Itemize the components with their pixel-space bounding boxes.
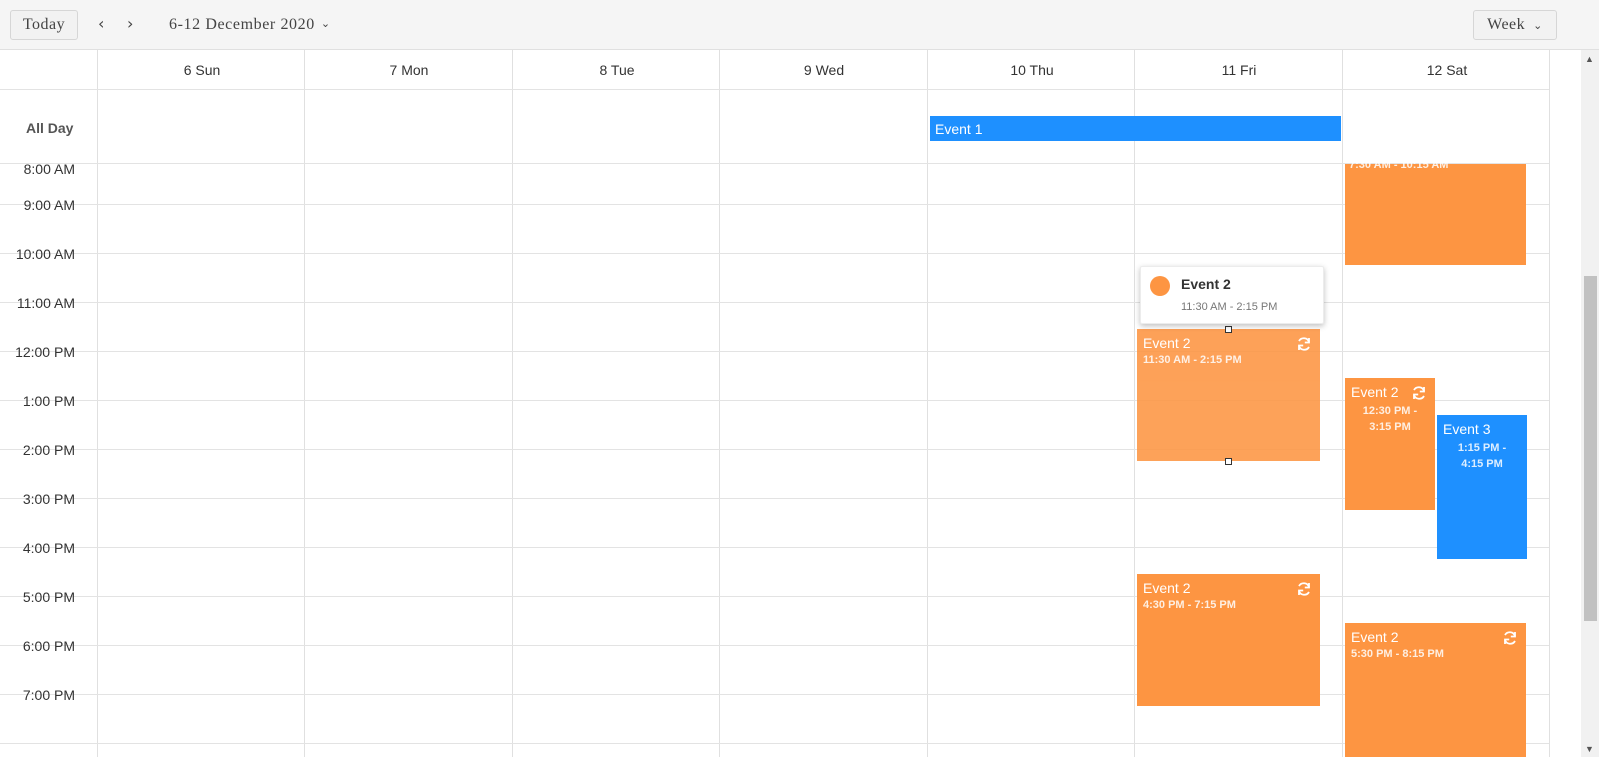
time-label: 6:00 PM <box>22 638 75 654</box>
event-fri-noon[interactable]: Event 2 11:30 AM - 2:15 PM <box>1137 329 1320 461</box>
tooltip-title: Event 2 <box>1181 276 1231 292</box>
vertical-scrollbar[interactable]: ▲ ▼ <box>1581 50 1599 757</box>
event-sat-event3[interactable]: Event 3 1:15 PM - 4:15 PM <box>1437 415 1527 559</box>
event-title: Event 2 <box>1143 335 1191 351</box>
resize-handle-bottom[interactable] <box>1225 458 1232 465</box>
day-header[interactable]: 11 Fri <box>1134 62 1344 78</box>
event-time: 4:30 PM - 7:15 PM <box>1143 599 1236 611</box>
tooltip-time: 11:30 AM - 2:15 PM <box>1181 301 1278 313</box>
time-label: 7:00 PM <box>22 687 75 703</box>
scroll-down-arrow-icon[interactable]: ▼ <box>1585 744 1594 754</box>
recurrence-icon <box>1504 631 1516 645</box>
event-sat-morning[interactable]: 7:30 AM - 10:15 AM <box>1345 159 1526 265</box>
day-header[interactable]: 7 Mon <box>304 62 514 78</box>
event-title: Event 2 <box>1351 384 1399 400</box>
event-time: 5:30 PM - 8:15 PM <box>1351 648 1444 660</box>
day-header[interactable]: 12 Sat <box>1342 62 1552 78</box>
event-title: Event 2 <box>1351 629 1399 645</box>
time-label: 10:00 AM <box>15 246 75 262</box>
event-sat-evening[interactable]: Event 2 5:30 PM - 8:15 PM <box>1345 623 1526 757</box>
scrollbar-thumb[interactable] <box>1584 276 1597 621</box>
date-range-label: 6-12 December 2020 <box>169 16 315 33</box>
event-time: 11:30 AM - 2:15 PM <box>1143 354 1242 366</box>
chevron-left-icon[interactable]: ‹ <box>98 14 104 33</box>
day-header[interactable]: 8 Tue <box>512 62 722 78</box>
event-time: 12:30 PM - 3:15 PM <box>1362 405 1418 433</box>
event-fri-evening[interactable]: Event 2 4:30 PM - 7:15 PM <box>1137 574 1320 706</box>
view-label: Week <box>1487 16 1526 33</box>
event-title: Event 1 <box>935 121 983 137</box>
event-time: 7:30 AM - 10:15 AM <box>1349 159 1449 171</box>
event-tooltip: Event 2 11:30 AM - 2:15 PM <box>1140 266 1324 324</box>
all-day-label: All Day <box>26 120 74 136</box>
week-grid: 6 Sun 7 Mon 8 Tue 9 Wed 10 Thu 11 Fri 12… <box>0 50 1581 757</box>
time-label: 2:00 PM <box>22 442 75 458</box>
event-title: Event 2 <box>1143 580 1191 596</box>
time-label: 5:00 PM <box>22 589 75 605</box>
time-label: 8:00 AM <box>23 161 75 177</box>
chevron-down-icon: ⌄ <box>320 17 331 30</box>
chevron-down-icon: ⌄ <box>1533 18 1543 32</box>
scroll-up-arrow-icon[interactable]: ▲ <box>1585 54 1594 64</box>
time-label: 1:00 PM <box>22 393 75 409</box>
recurrence-icon <box>1298 337 1310 351</box>
day-header[interactable]: 6 Sun <box>97 62 307 78</box>
scheduler-toolbar: Today ‹ › 6-12 December 2020 ⌄ Week ⌄ <box>0 0 1599 50</box>
day-header[interactable]: 9 Wed <box>719 62 929 78</box>
day-header[interactable]: 10 Thu <box>927 62 1137 78</box>
time-label: 9:00 AM <box>23 197 75 213</box>
event-time: 1:15 PM - 4:15 PM <box>1457 442 1507 470</box>
time-label: 12:00 PM <box>15 344 75 360</box>
recurrence-icon <box>1298 582 1310 596</box>
event-sat-afternoon[interactable]: Event 2 12:30 PM - 3:15 PM <box>1345 378 1435 510</box>
today-button[interactable]: Today <box>10 10 78 40</box>
time-label: 4:00 PM <box>22 540 75 556</box>
event-title: Event 3 <box>1443 421 1491 437</box>
time-label: 11:00 AM <box>16 295 75 311</box>
date-range-selector[interactable]: 6-12 December 2020 ⌄ <box>169 16 331 34</box>
resize-handle-top[interactable] <box>1225 326 1232 333</box>
event-color-dot <box>1150 276 1170 296</box>
chevron-right-icon[interactable]: › <box>127 14 133 33</box>
recurrence-icon <box>1413 386 1425 400</box>
time-label: 3:00 PM <box>22 491 75 507</box>
event-allday[interactable]: Event 1 <box>930 116 1341 141</box>
view-selector[interactable]: Week ⌄ <box>1473 10 1557 40</box>
